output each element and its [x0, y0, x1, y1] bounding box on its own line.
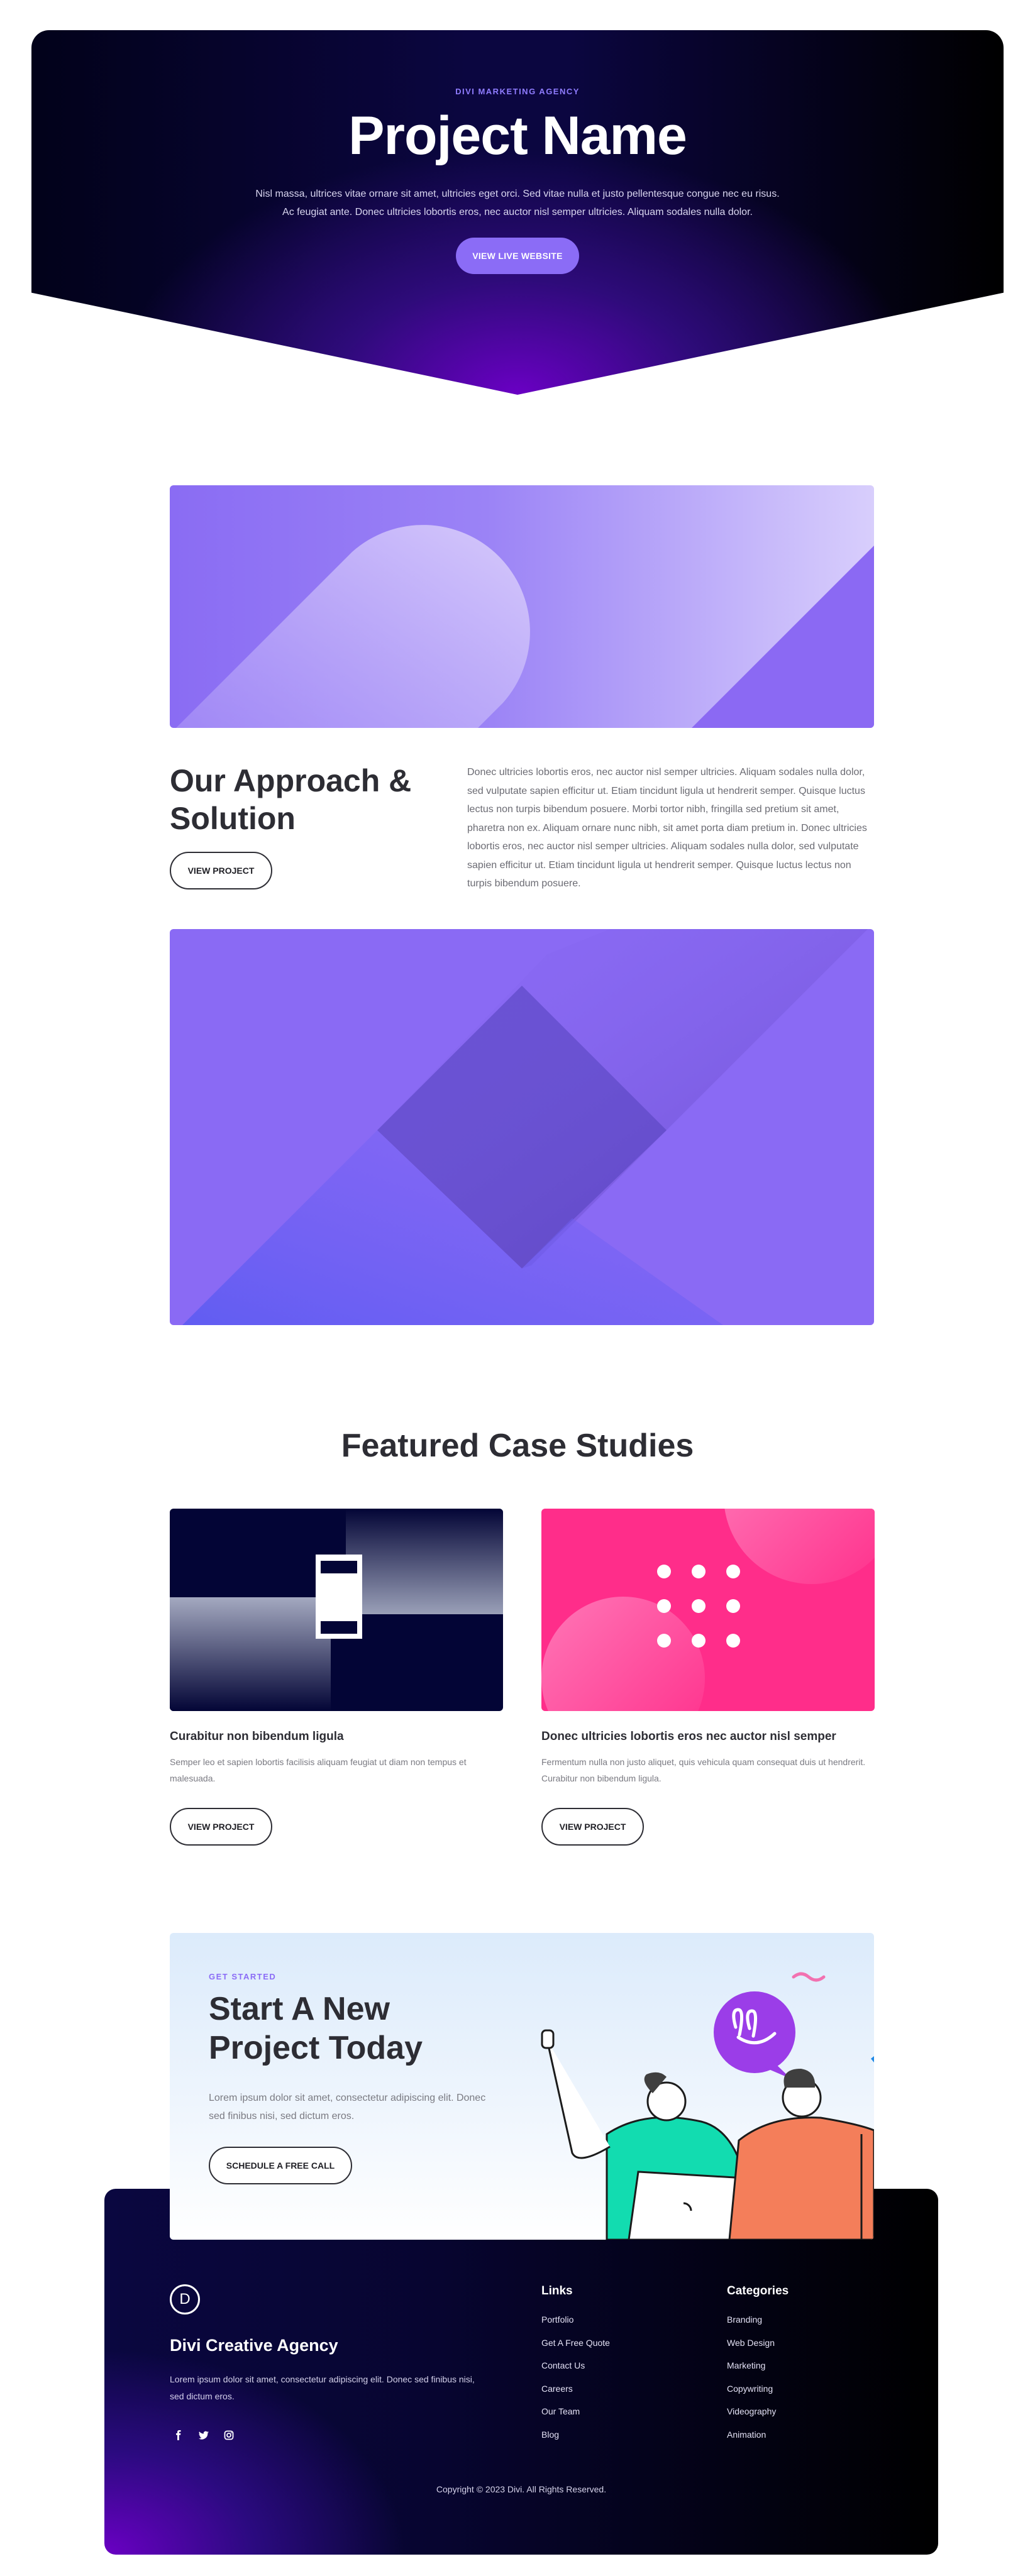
footer-category-branding[interactable]: Branding	[727, 2308, 776, 2331]
hero-description: Nisl massa, ultrices vitae ornare sit am…	[255, 189, 780, 217]
case-study-description: Fermentum nulla non justo aliquet, quis …	[541, 1757, 866, 1783]
team-illustration	[541, 1972, 874, 2240]
footer-category-copywriting[interactable]: Copywriting	[727, 2377, 776, 2401]
hero-eyebrow: DIVI MARKETING AGENCY	[455, 87, 580, 96]
instagram-icon[interactable]	[220, 2426, 238, 2444]
view-project-button[interactable]: VIEW PROJECT	[541, 1808, 644, 1846]
project-showcase-image	[170, 929, 874, 1325]
categories-heading: Categories	[727, 2284, 789, 2298]
view-project-button[interactable]: VIEW PROJECT	[170, 852, 272, 889]
approach-heading: Our Approach & Solution	[170, 763, 412, 836]
links-heading: Links	[541, 2284, 573, 2298]
links-list: Portfolio Get A Free Quote Contact Us Ca…	[541, 2308, 610, 2446]
case-study-title[interactable]: Donec ultricies lobortis eros nec auctor…	[541, 1730, 836, 1744]
footer-link-contact[interactable]: Contact Us	[541, 2354, 610, 2377]
abstract-shapes-graphic	[176, 525, 874, 728]
case-study-image[interactable]	[541, 1509, 875, 1711]
cta-description: Lorem ipsum dolor sit amet, consectetur …	[209, 2093, 486, 2122]
page-title: Project Name	[348, 106, 687, 166]
approach-text: Donec ultricies lobortis eros, nec aucto…	[467, 767, 867, 889]
footer-category-videography[interactable]: Videography	[727, 2400, 776, 2423]
footer-link-portfolio[interactable]: Portfolio	[541, 2308, 610, 2331]
footer-category-web-design[interactable]: Web Design	[727, 2331, 776, 2355]
case-study-title[interactable]: Curabitur non bibendum ligula	[170, 1730, 344, 1744]
footer-description: Lorem ipsum dolor sit amet, consectetur …	[170, 2374, 475, 2401]
copyright-text: Copyright © 2023 Divi. All Rights Reserv…	[436, 2484, 607, 2494]
schedule-call-button[interactable]: SCHEDULE A FREE CALL	[209, 2147, 352, 2184]
cta-eyebrow: GET STARTED	[209, 1972, 277, 1981]
hero-content: DIVI MARKETING AGENCY Project Name Nisl …	[31, 87, 1004, 274]
footer-link-careers[interactable]: Careers	[541, 2377, 610, 2401]
divi-logo[interactable]: D	[170, 2284, 200, 2315]
hero-section: DIVI MARKETING AGENCY Project Name Nisl …	[31, 30, 1004, 395]
twitter-icon[interactable]	[195, 2426, 213, 2444]
categories-list: Branding Web Design Marketing Copywritin…	[727, 2308, 776, 2446]
cta-section: GET STARTED Start A New Project Today Lo…	[170, 1933, 874, 2240]
project-banner-image	[170, 485, 874, 728]
case-study-image[interactable]	[170, 1509, 503, 1711]
diamond-graphic	[182, 929, 868, 1325]
footer-link-quote[interactable]: Get A Free Quote	[541, 2331, 610, 2355]
view-live-website-button[interactable]: VIEW LIVE WEBSITE	[456, 238, 579, 274]
site-footer: D Divi Creative Agency Lorem ipsum dolor…	[104, 2189, 938, 2555]
cta-heading: Start A New Project Today	[209, 1991, 423, 2066]
case-study-description: Semper leo et sapien lobortis facilisis …	[170, 1757, 467, 1783]
footer-link-blog[interactable]: Blog	[541, 2423, 610, 2447]
view-project-button[interactable]: VIEW PROJECT	[170, 1808, 272, 1846]
footer-brand-name: Divi Creative Agency	[170, 2336, 338, 2355]
footer-category-animation[interactable]: Animation	[727, 2423, 776, 2447]
featured-heading: Featured Case Studies	[341, 1428, 694, 1464]
footer-link-team[interactable]: Our Team	[541, 2400, 610, 2423]
footer-category-marketing[interactable]: Marketing	[727, 2354, 776, 2377]
facebook-icon[interactable]	[170, 2426, 187, 2444]
